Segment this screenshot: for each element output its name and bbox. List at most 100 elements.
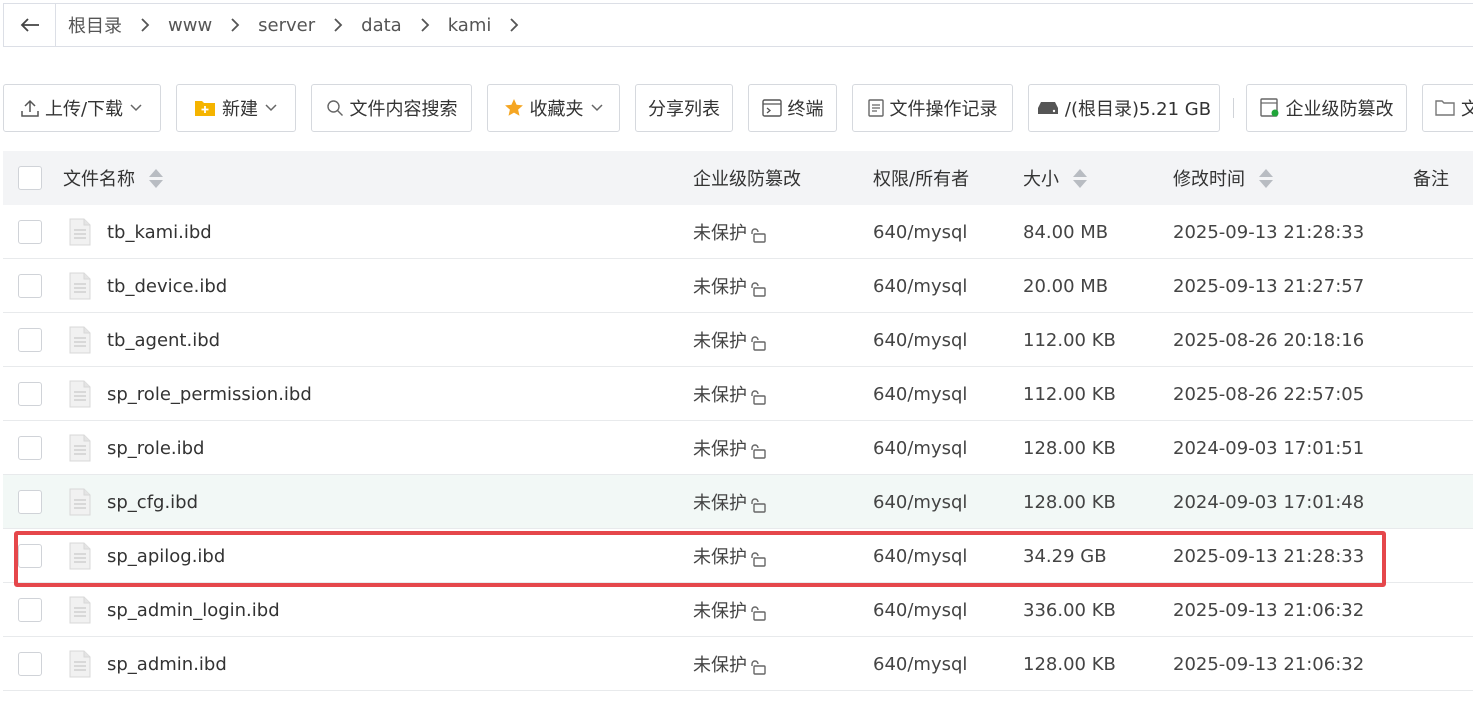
permission[interactable]: 640/mysql [873, 583, 967, 637]
tamper-status[interactable]: 未保护 [693, 421, 767, 475]
permission[interactable]: 640/mysql [873, 313, 967, 367]
permission[interactable]: 640/mysql [873, 529, 967, 583]
table-row[interactable]: tb_agent.ibd 未保护 640/mysql 112.00 KB 2025-08… [3, 313, 1473, 367]
row-checkbox[interactable] [18, 220, 42, 244]
row-checkbox[interactable] [18, 382, 42, 406]
table-row[interactable]: sp_admin_login.ibd 未保护 640/mysql 336.00 KB 2… [3, 583, 1473, 637]
sort-icon [1073, 168, 1087, 188]
breadcrumb-item[interactable]: www [168, 15, 212, 36]
table-row[interactable]: sp_apilog.ibd 未保护 640/mysql 34.29 GB 2025-09… [3, 529, 1473, 583]
file-op-log-button[interactable]: 文件操作记录 [852, 84, 1013, 132]
table-row[interactable]: tb_kami.ibd 未保护 640/mysql 84.00 MB 2025-09-1… [3, 205, 1473, 259]
header-mtime[interactable]: 修改时间 [1173, 151, 1273, 205]
row-checkbox[interactable] [18, 490, 42, 514]
row-checkbox-cell [18, 367, 42, 421]
breadcrumb-item[interactable]: 根目录 [68, 12, 122, 38]
table-row[interactable]: sp_cfg.ibd 未保护 640/mysql 128.00 KB 2024-09-0… [3, 475, 1473, 529]
tamper-status[interactable]: 未保护 [693, 637, 767, 691]
file-size: 34.29 GB [1023, 545, 1107, 567]
row-checkbox-cell [18, 583, 42, 637]
disk-icon [1037, 102, 1058, 114]
file-size: 20.00 MB [1023, 275, 1109, 297]
file-name[interactable]: tb_agent.ibd [107, 313, 220, 367]
file-name[interactable]: sp_admin_login.ibd [107, 583, 280, 637]
search-icon [326, 100, 343, 116]
file-size: 128.00 KB [1023, 491, 1116, 513]
permission[interactable]: 640/mysql [873, 475, 967, 529]
file-name[interactable]: sp_apilog.ibd [107, 529, 225, 583]
modified-time: 2024-09-03 17:01:51 [1173, 437, 1365, 459]
terminal-button[interactable]: 终端 [748, 84, 837, 132]
more-button[interactable]: 文 [1422, 84, 1473, 132]
breadcrumb-item[interactable]: data [361, 15, 402, 36]
permission[interactable]: 640/mysql [873, 205, 967, 259]
unlock-icon [749, 389, 767, 405]
select-all-checkbox[interactable] [18, 166, 42, 190]
row-checkbox[interactable] [18, 598, 42, 622]
share-list-button[interactable]: 分享列表 [635, 84, 733, 132]
row-checkbox-cell [18, 205, 42, 259]
file-size: 112.00 KB [1023, 329, 1116, 351]
toolbar-divider [1233, 98, 1234, 118]
file-name[interactable]: tb_device.ibd [107, 259, 227, 313]
row-checkbox[interactable] [18, 274, 42, 298]
file-name[interactable]: sp_role.ibd [107, 421, 204, 475]
row-checkbox-cell [18, 529, 42, 583]
breadcrumb-item[interactable]: kami [448, 15, 492, 36]
back-button[interactable] [4, 4, 56, 46]
favorites-button[interactable]: 收藏夹 [487, 84, 620, 132]
row-checkbox[interactable] [18, 652, 42, 676]
new-button[interactable]: 新建 [176, 84, 296, 132]
unlock-icon [749, 551, 767, 567]
permission[interactable]: 640/mysql [873, 259, 967, 313]
file-size: 112.00 KB [1023, 383, 1116, 405]
unlock-icon [749, 659, 767, 675]
terminal-label: 终端 [787, 99, 824, 120]
disk-button[interactable]: /(根目录)5.21 GB [1028, 84, 1220, 132]
table-row[interactable]: sp_role.ibd 未保护 640/mysql 128.00 KB 2024-09-… [3, 421, 1473, 475]
header-name[interactable]: 文件名称 [63, 151, 163, 205]
tamper-status[interactable]: 未保护 [693, 529, 767, 583]
modified-time: 2025-08-26 22:57:05 [1173, 383, 1365, 405]
tamper-status[interactable]: 未保护 [693, 313, 767, 367]
table-row[interactable]: sp_admin.ibd 未保护 640/mysql 128.00 KB 2025-09… [3, 637, 1473, 691]
tamper-status-label: 未保护 [693, 223, 747, 244]
row-checkbox[interactable] [18, 436, 42, 460]
row-checkbox[interactable] [18, 544, 42, 568]
permission[interactable]: 640/mysql [873, 367, 967, 421]
file-op-log-label: 文件操作记录 [889, 99, 998, 120]
row-checkbox[interactable] [18, 328, 42, 352]
row-checkbox-cell [18, 637, 42, 691]
header-size[interactable]: 大小 [1023, 151, 1087, 205]
table-row[interactable]: tb_device.ibd 未保护 640/mysql 20.00 MB 2025-09… [3, 259, 1473, 313]
chevron-down-icon [130, 104, 142, 112]
upload-download-button[interactable]: 上传/下载 [3, 84, 161, 132]
header-mtime-label: 修改时间 [1173, 169, 1245, 190]
tamper-status[interactable]: 未保护 [693, 583, 767, 637]
breadcrumb-item[interactable]: server [258, 15, 315, 36]
tamper-status[interactable]: 未保护 [693, 367, 767, 421]
chevron-down-icon [590, 104, 603, 112]
tamper-proof-button[interactable]: 企业级防篡改 [1246, 84, 1407, 132]
tamper-status-label: 未保护 [693, 439, 747, 460]
row-checkbox-cell [18, 475, 42, 529]
chevron-right-icon [402, 17, 448, 33]
table-header: 文件名称 企业级防篡改 权限/所有者 大小 修改时间 备注 [3, 151, 1473, 205]
content-search-button[interactable]: 文件内容搜索 [311, 84, 472, 132]
table-row[interactable]: sp_role_permission.ibd 未保护 640/mysql 112.00… [3, 367, 1473, 421]
tamper-status[interactable]: 未保护 [693, 205, 767, 259]
chevron-down-icon [265, 104, 277, 112]
permission[interactable]: 640/mysql [873, 421, 967, 475]
unlock-icon [749, 227, 767, 243]
header-tamper-label: 企业级防篡改 [693, 169, 801, 190]
file-name[interactable]: sp_role_permission.ibd [107, 367, 312, 421]
file-size: 128.00 KB [1023, 437, 1116, 459]
file-name[interactable]: sp_admin.ibd [107, 637, 227, 691]
permission[interactable]: 640/mysql [873, 637, 967, 691]
tamper-status[interactable]: 未保护 [693, 475, 767, 529]
tamper-status[interactable]: 未保护 [693, 259, 767, 313]
table-body: tb_kami.ibd 未保护 640/mysql 84.00 MB 2025-09-1… [3, 205, 1473, 691]
file-name[interactable]: tb_kami.ibd [107, 205, 212, 259]
file-name[interactable]: sp_cfg.ibd [107, 475, 198, 529]
breadcrumb: 根目录 www server data kami [56, 12, 537, 38]
